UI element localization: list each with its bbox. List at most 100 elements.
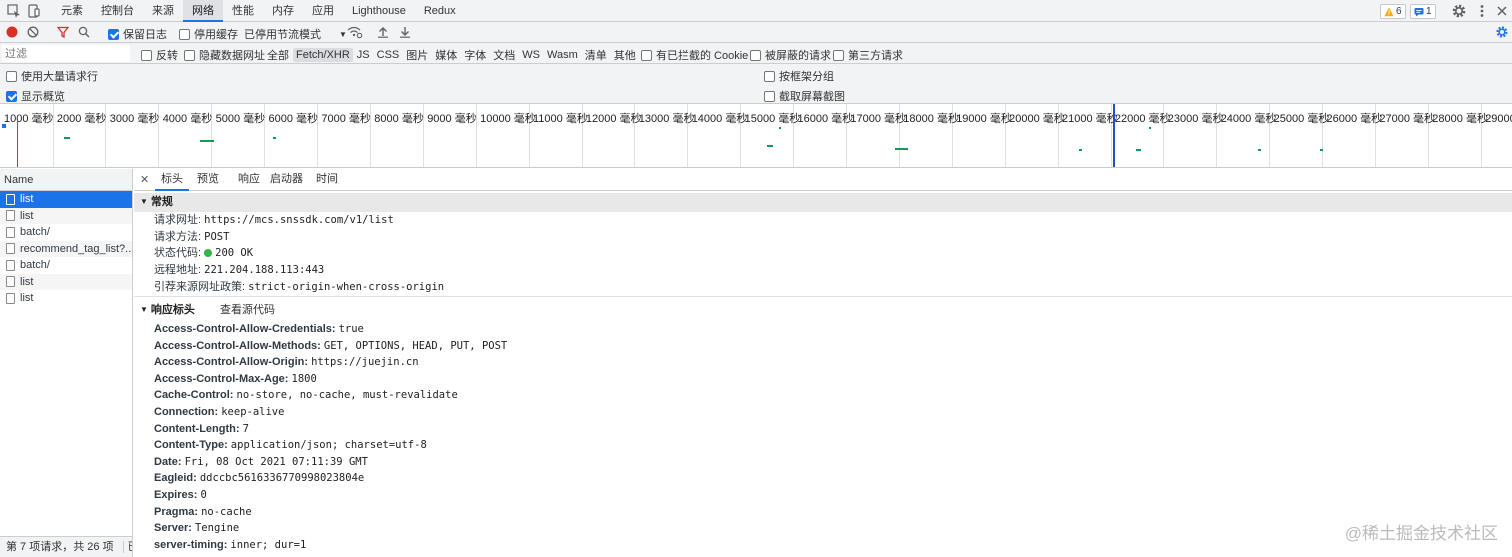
network-settings-gear-icon[interactable] [1495, 25, 1509, 42]
clear-icon[interactable] [27, 26, 39, 41]
header-key: Access-Control-Allow-Methods: [154, 339, 321, 352]
large-rows-check[interactable] [6, 70, 17, 82]
export-har-icon[interactable] [399, 26, 411, 41]
resource-type-filter[interactable]: 清单 [582, 46, 610, 64]
general-key: 状态代码: [154, 247, 202, 260]
group-by-frame-check[interactable] [764, 70, 775, 82]
request-row[interactable]: list [0, 191, 132, 208]
request-name: recommend_tag_list?... [20, 242, 132, 255]
warnings-badge[interactable]: 6 [1380, 4, 1406, 19]
resource-type-filter[interactable]: 文档 [490, 46, 518, 64]
resource-type-filter[interactable]: WS [519, 48, 543, 62]
third-party-check[interactable] [833, 49, 844, 61]
response-header-row: Access-Control-Max-Age: 1800 [154, 371, 317, 387]
resource-type-filter[interactable]: 字体 [461, 46, 489, 64]
show-overview-check[interactable] [6, 90, 17, 102]
capture-screenshots-check[interactable] [764, 90, 775, 102]
request-count: 第 7 项请求，共 26 项 [6, 541, 114, 553]
resource-type-filter[interactable]: CSS [374, 48, 403, 62]
panel-tab[interactable]: 控制台 [92, 0, 143, 22]
timeline-tick-label: 21000 毫秒 [1062, 113, 1118, 125]
panel-tab[interactable]: 内存 [263, 0, 303, 22]
network-overview-timeline[interactable]: 1000 毫秒 2000 毫秒 3000 毫秒 4000 毫秒 5000 毫秒 6000 … [0, 104, 1512, 168]
blocked-cookies-checkbox[interactable]: 有已拦截的 Cookie [641, 47, 748, 63]
detail-tab[interactable]: 标头 [155, 169, 189, 191]
panel-tab[interactable]: 网络 [183, 0, 223, 22]
search-icon[interactable] [78, 26, 90, 41]
group-by-frame-checkbox[interactable]: 按框架分组 [764, 68, 834, 84]
general-key: 引荐来源网址政策: [154, 280, 246, 293]
panel-tab[interactable]: 元素 [52, 0, 92, 22]
request-row[interactable]: list [0, 207, 132, 224]
hide-data-urls-checkbox[interactable]: 隐藏数据网址 [184, 47, 265, 63]
panel-tab[interactable]: Lighthouse [343, 0, 415, 22]
panel-tab[interactable]: 来源 [143, 0, 183, 22]
request-rows: list list batch/recommend_tag_list?... batc… [0, 191, 132, 307]
large-rows-checkbox[interactable]: 使用大量请求行 [6, 68, 98, 84]
header-key: Access-Control-Allow-Origin: [154, 356, 309, 369]
detail-tabs: ✕ 标头 预览 响应 启动器 时间 [134, 169, 1512, 191]
inspect-element-icon[interactable] [6, 3, 22, 19]
device-toolbar-icon[interactable] [26, 3, 42, 19]
panel-tab[interactable]: 应用 [303, 0, 343, 22]
resource-type-filter[interactable]: 图片 [403, 46, 431, 64]
close-devtools-icon[interactable] [1494, 3, 1510, 19]
request-row[interactable]: recommend_tag_list?... [0, 240, 132, 257]
detail-tab[interactable]: 启动器 [264, 169, 309, 191]
preserve-log-check[interactable] [108, 28, 119, 40]
close-details-icon[interactable]: ✕ [140, 173, 149, 186]
resource-type-filter[interactable]: Wasm [544, 48, 581, 62]
document-icon [6, 210, 15, 222]
filter-input[interactable] [2, 45, 130, 62]
general-row: 请求网址: https://mcs.snssdk.com/v1/list [154, 212, 394, 228]
blocked-cookies-check[interactable] [641, 49, 652, 61]
general-section-header[interactable]: ▼ 常规 [134, 193, 1512, 212]
disable-cache-checkbox[interactable]: 停用缓存 [179, 26, 238, 42]
disable-cache-check[interactable] [179, 28, 190, 40]
messages-badge[interactable]: 1 [1410, 4, 1436, 19]
large-rows-label: 使用大量请求行 [21, 71, 98, 83]
response-header-row: Expires: 0 [154, 487, 207, 503]
name-column-header[interactable]: Name [0, 169, 132, 191]
header-key: Content-Length: [154, 422, 240, 435]
request-row[interactable]: list [0, 273, 132, 290]
request-row[interactable]: batch/ [0, 257, 132, 274]
header-value: no-store, no-cache, must-revalidate [236, 389, 458, 402]
resource-type-filter[interactable]: Fetch/XHR [293, 48, 353, 62]
invert-check[interactable] [141, 49, 152, 61]
detail-tab[interactable]: 预览 [191, 169, 225, 191]
header-key: Connection: [154, 406, 219, 418]
show-overview-checkbox[interactable]: 显示概览 [6, 88, 65, 104]
blocked-requests-checkbox[interactable]: 被屏蔽的请求 [750, 47, 831, 63]
panel-tab[interactable]: Redux [415, 0, 465, 22]
panel-tab[interactable]: 性能 [223, 0, 263, 22]
response-headers-section-header[interactable]: ▼ 响应标头 查看源代码 [134, 301, 1512, 320]
view-source-link[interactable]: 查看源代码 [220, 304, 275, 316]
blocked-requests-check[interactable] [750, 49, 761, 61]
header-value: keep-alive [221, 406, 285, 418]
hide-data-urls-check[interactable] [184, 49, 195, 61]
resource-type-filter[interactable]: 全部 [264, 46, 292, 64]
capture-screenshots-checkbox[interactable]: 截取屏幕截图 [764, 88, 845, 104]
record-icon[interactable] [6, 26, 18, 41]
hide-data-urls-label: 隐藏数据网址 [199, 50, 265, 62]
detail-tab[interactable]: 时间 [310, 169, 344, 191]
preserve-log-checkbox[interactable]: 保留日志 [108, 26, 167, 42]
request-row[interactable]: list [0, 290, 132, 307]
invert-checkbox[interactable]: 反转 [141, 47, 178, 63]
filter-icon[interactable] [56, 26, 70, 41]
warning-icon [1384, 7, 1394, 16]
more-options-icon[interactable] [1474, 3, 1490, 19]
settings-gear-icon[interactable] [1451, 3, 1467, 19]
import-har-icon[interactable] [377, 26, 389, 41]
third-party-checkbox[interactable]: 第三方请求 [833, 47, 903, 63]
throttle-select[interactable]: 已停用节流模式 ▼ [244, 26, 347, 42]
resource-type-filter[interactable]: 其他 [611, 46, 639, 64]
request-row[interactable]: batch/ [0, 224, 132, 241]
timeline-request-bar [767, 145, 773, 147]
resource-type-filter[interactable]: JS [354, 48, 373, 62]
network-conditions-icon[interactable] [347, 25, 363, 42]
resource-type-filter[interactable]: 媒体 [432, 46, 460, 64]
response-header-row: server-timing: inner; dur=1 [154, 537, 306, 553]
detail-tab[interactable]: 响应 [232, 169, 266, 191]
